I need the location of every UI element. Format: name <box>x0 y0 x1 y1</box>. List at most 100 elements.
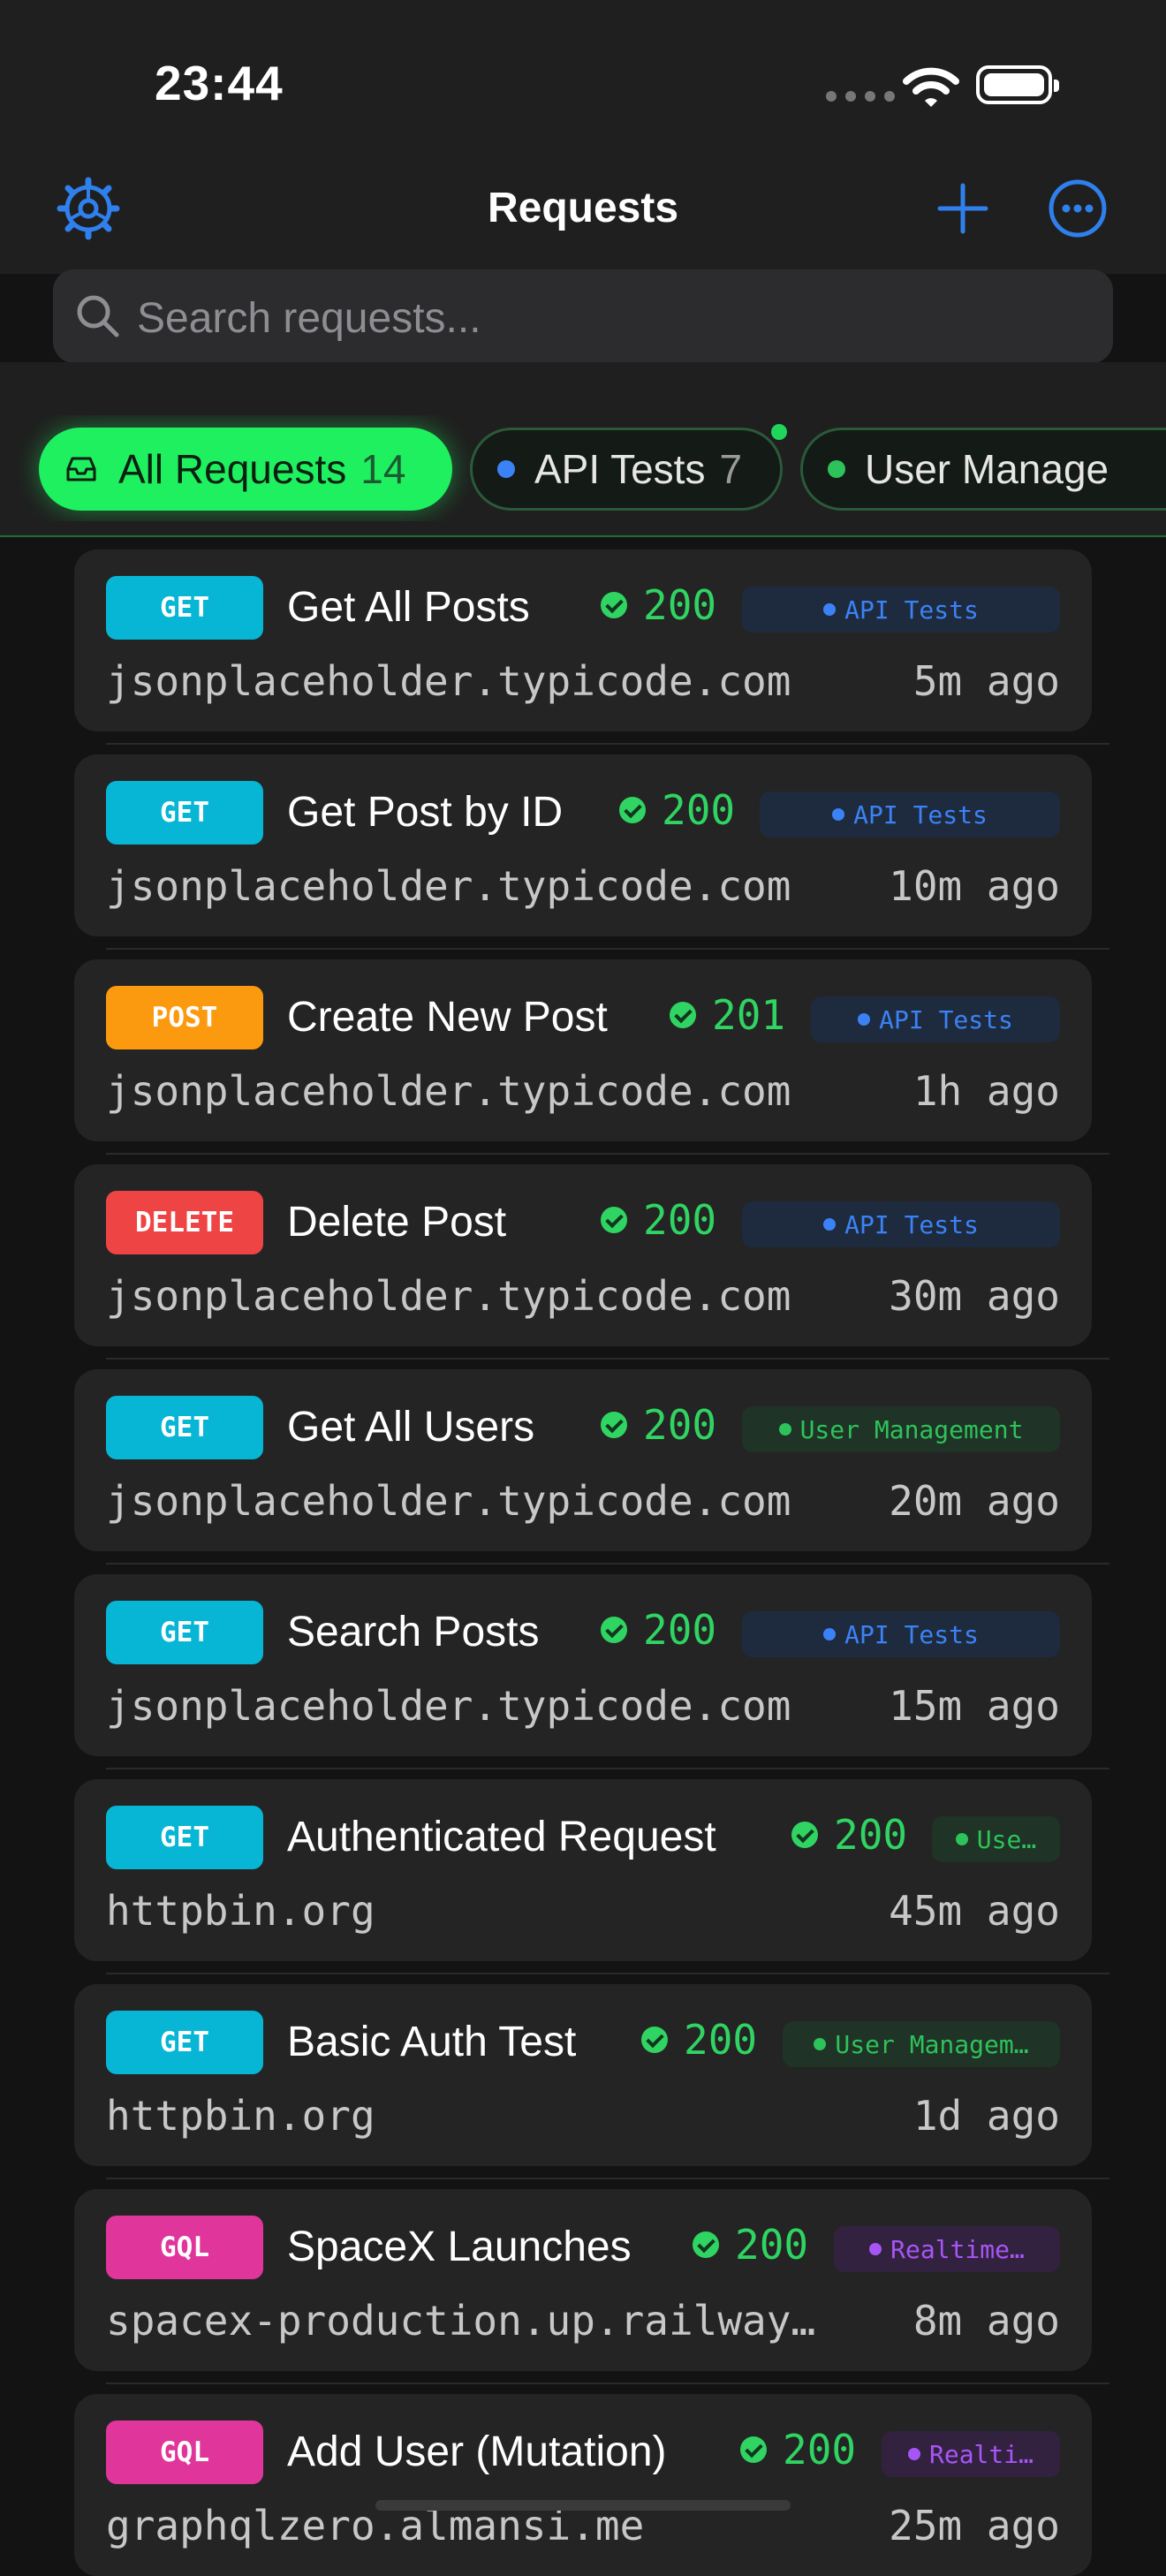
request-card[interactable]: GQL Add User (Mutation) 200 Realti… grap… <box>74 2394 1092 2576</box>
checkmark-circle-icon <box>693 2231 719 2258</box>
divider <box>106 948 1109 950</box>
request-host: jsonplaceholder.typicode.com <box>106 1272 791 1320</box>
request-time: 1h ago <box>912 1067 1060 1115</box>
request-time: 45m ago <box>889 1887 1060 1935</box>
method-badge: GET <box>106 1601 263 1664</box>
method-badge: GET <box>106 1806 263 1869</box>
search-icon <box>77 295 119 337</box>
divider <box>106 2178 1109 2179</box>
collection-tag: API Tests <box>742 1611 1060 1657</box>
request-card[interactable]: GET Authenticated Request 200 Use… httpb… <box>74 1779 1092 1961</box>
collection-tag: Use… <box>932 1816 1060 1862</box>
checkmark-circle-icon <box>619 797 646 823</box>
status-code: 200 <box>601 1401 716 1449</box>
divider <box>106 1973 1109 1974</box>
request-time: 20m ago <box>889 1477 1060 1525</box>
request-card[interactable]: GET Get All Users 200 User Management js… <box>74 1369 1092 1551</box>
request-host: jsonplaceholder.typicode.com <box>106 1477 791 1525</box>
divider <box>106 1563 1109 1565</box>
request-name: Get All Posts <box>287 584 530 631</box>
navigation-bar: Requests <box>0 168 1166 274</box>
ellipsis-circle-icon <box>1049 179 1107 238</box>
status-code: 200 <box>693 2221 808 2269</box>
filter-chip-count: 7 <box>719 446 743 492</box>
status-code: 200 <box>641 2016 757 2064</box>
method-badge: GET <box>106 2011 263 2074</box>
request-host: httpbin.org <box>106 2092 375 2140</box>
collection-tag: User Management <box>742 1406 1060 1452</box>
checkmark-circle-icon <box>601 1207 627 1233</box>
checkmark-circle-icon <box>601 592 627 618</box>
filter-chip-label: All Requests <box>118 446 347 492</box>
collection-tag: API Tests <box>742 1201 1060 1247</box>
collection-tag: API Tests <box>811 996 1060 1042</box>
filter-chip-user-management[interactable]: User Manage <box>800 428 1166 511</box>
request-time: 15m ago <box>889 1682 1060 1730</box>
request-host: jsonplaceholder.typicode.com <box>106 657 791 705</box>
request-card[interactable]: GET Basic Auth Test 200 User Managem… ht… <box>74 1984 1092 2166</box>
status-code: 200 <box>601 581 716 629</box>
checkmark-circle-icon <box>601 1617 627 1643</box>
request-host: jsonplaceholder.typicode.com <box>106 862 791 910</box>
method-badge: GQL <box>106 2216 263 2279</box>
request-card[interactable]: GET Search Posts 200 API Tests jsonplace… <box>74 1574 1092 1756</box>
divider <box>106 1153 1109 1155</box>
add-request-button[interactable] <box>928 173 998 244</box>
wifi-icon <box>903 67 959 107</box>
request-card[interactable]: DELETE Delete Post 200 API Tests jsonpla… <box>74 1164 1092 1346</box>
search-input[interactable]: Search requests... <box>137 294 481 343</box>
filter-chip-label: API Tests <box>534 446 706 492</box>
request-host: httpbin.org <box>106 1887 375 1935</box>
tray-icon <box>66 457 96 481</box>
request-name: Create New Post <box>287 994 608 1041</box>
collection-dot-icon <box>828 460 845 478</box>
request-name: Basic Auth Test <box>287 2019 577 2065</box>
method-badge: DELETE <box>106 1191 263 1254</box>
filter-chip-count: 14 <box>360 446 406 492</box>
request-name: SpaceX Launches <box>287 2224 632 2270</box>
request-time: 30m ago <box>889 1272 1060 1320</box>
filter-chips: All Requests 14 API Tests 7 User Manage <box>0 415 1166 521</box>
home-indicator[interactable] <box>375 2500 791 2511</box>
divider <box>106 743 1109 745</box>
request-card[interactable]: GET Get Post by ID 200 API Tests jsonpla… <box>74 754 1092 936</box>
method-badge: POST <box>106 986 263 1049</box>
request-name: Get Post by ID <box>287 789 564 836</box>
request-time: 5m ago <box>912 657 1060 705</box>
search-field[interactable]: Search requests... <box>53 269 1113 363</box>
divider <box>0 535 1166 537</box>
checkmark-circle-icon <box>601 1412 627 1438</box>
request-card[interactable]: GQL SpaceX Launches 200 Realtime… spacex… <box>74 2189 1092 2371</box>
request-host: jsonplaceholder.typicode.com <box>106 1067 791 1115</box>
collection-tag: Realtime… <box>834 2226 1060 2272</box>
request-name: Search Posts <box>287 1609 540 1655</box>
divider <box>106 1358 1109 1360</box>
status-code: 200 <box>601 1196 716 1244</box>
status-code: 200 <box>601 1606 716 1654</box>
status-code: 200 <box>619 786 735 834</box>
method-badge: GET <box>106 781 263 845</box>
divider <box>106 1768 1109 1769</box>
change-indicator-dot <box>771 424 787 440</box>
checkmark-circle-icon <box>670 1002 696 1028</box>
request-name: Add User (Mutation) <box>287 2428 667 2475</box>
request-host: jsonplaceholder.typicode.com <box>106 1682 791 1730</box>
request-time: 25m ago <box>889 2502 1060 2549</box>
collection-tag: API Tests <box>742 587 1060 633</box>
plus-icon <box>937 183 988 234</box>
filter-chip-all-requests[interactable]: All Requests 14 <box>39 428 452 511</box>
collection-tag: User Managem… <box>783 2021 1060 2067</box>
request-name: Delete Post <box>287 1199 507 1246</box>
request-name: Authenticated Request <box>287 1814 716 1860</box>
checkmark-circle-icon <box>740 2436 767 2463</box>
status-code: 200 <box>740 2426 856 2474</box>
filter-chip-label: User Manage <box>865 446 1109 492</box>
request-card[interactable]: GET Get All Posts 200 API Tests jsonplac… <box>74 549 1092 731</box>
collection-tag: Realti… <box>882 2431 1060 2477</box>
filter-chip-api-tests[interactable]: API Tests 7 <box>470 428 783 511</box>
more-options-button[interactable] <box>1042 173 1113 244</box>
request-time: 10m ago <box>889 862 1060 910</box>
request-card[interactable]: POST Create New Post 201 API Tests jsonp… <box>74 959 1092 1141</box>
status-code: 200 <box>791 1811 907 1859</box>
checkmark-circle-icon <box>791 1822 818 1848</box>
